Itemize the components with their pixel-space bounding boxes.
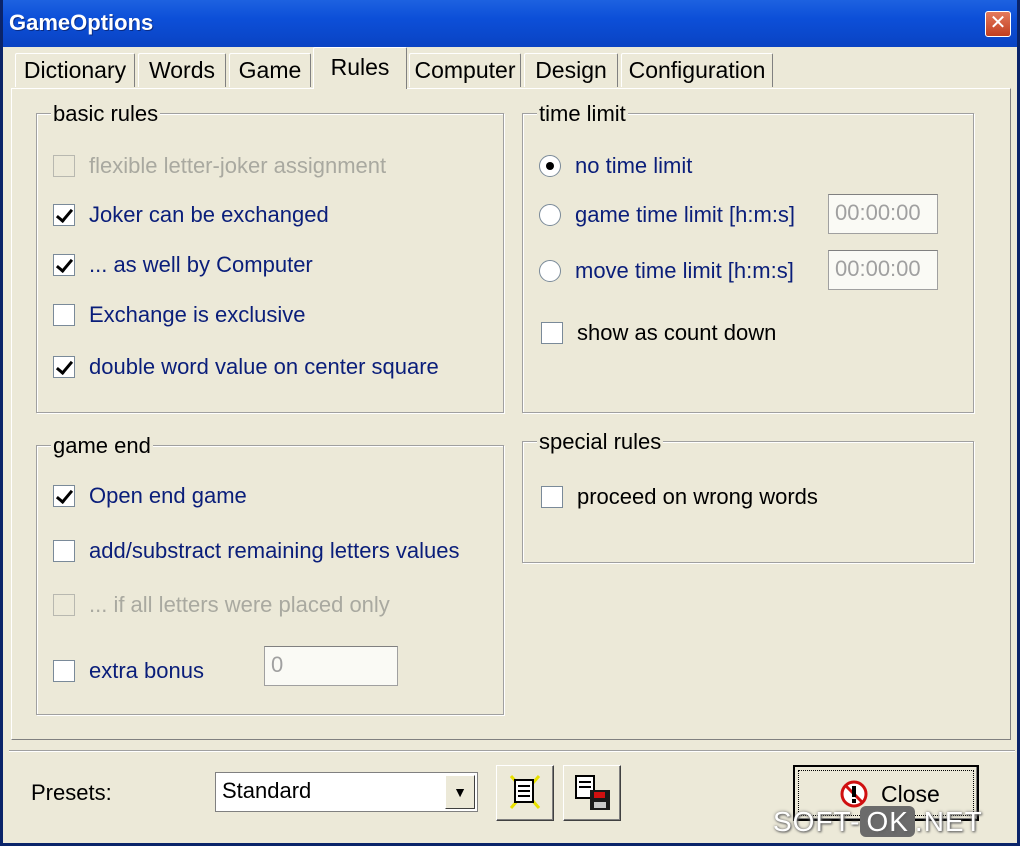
game-time-limit-field[interactable]: 00:00:00	[828, 194, 938, 234]
count-down-label: show as count down	[577, 320, 777, 345]
tab-game[interactable]: Game	[229, 53, 311, 87]
joker-exchanged-label: Joker can be exchanged	[89, 202, 329, 227]
exchange-exclusive-checkbox-row[interactable]: Exchange is exclusive	[53, 302, 305, 328]
presets-select[interactable]: Standard ▼	[215, 772, 478, 812]
tab-rules[interactable]: Rules	[313, 47, 407, 89]
window-title: GameOptions	[9, 10, 154, 35]
tab-strip: Dictionary Words Game Rules Computer Des…	[3, 47, 1017, 89]
remaining-letters-label: add/substract remaining letters values	[89, 538, 460, 563]
tab-design[interactable]: Design	[524, 53, 618, 87]
bottom-separator	[9, 750, 1015, 752]
game-time-limit-radio-row[interactable]: game time limit [h:m:s]	[539, 202, 795, 228]
flexible-joker-checkbox-row[interactable]: flexible letter-joker assignment	[53, 153, 386, 179]
move-time-limit-radio[interactable]	[539, 260, 561, 282]
double-word-center-label: double word value on center square	[89, 354, 439, 379]
rules-panel: basic rules flexible letter-joker assign…	[11, 88, 1011, 740]
game-options-window: GameOptions ✕ Dictionary Words Game Rule…	[0, 0, 1020, 846]
stop-icon	[840, 780, 868, 808]
flexible-joker-label: flexible letter-joker assignment	[89, 153, 387, 178]
move-time-limit-field[interactable]: 00:00:00	[828, 250, 938, 290]
flexible-joker-checkbox[interactable]	[53, 155, 75, 177]
game-end-title: game end	[51, 433, 153, 459]
open-end-game-checkbox[interactable]	[53, 485, 75, 507]
move-time-limit-radio-row[interactable]: move time limit [h:m:s]	[539, 258, 794, 284]
extra-bonus-checkbox-row[interactable]: extra bonus	[53, 658, 204, 684]
all-letters-placed-checkbox[interactable]	[53, 594, 75, 616]
new-document-icon	[509, 775, 541, 809]
watermark: SOFT- OK .NET	[773, 806, 983, 838]
remaining-letters-checkbox[interactable]	[53, 540, 75, 562]
basic-rules-title: basic rules	[51, 101, 161, 127]
proceed-wrong-words-checkbox[interactable]	[541, 486, 563, 508]
close-icon[interactable]: ✕	[985, 11, 1011, 37]
proceed-wrong-words-checkbox-row[interactable]: proceed on wrong words	[541, 484, 818, 510]
save-document-icon	[575, 775, 610, 810]
tab-dictionary[interactable]: Dictionary	[15, 53, 135, 87]
double-word-center-checkbox-row[interactable]: double word value on center square	[53, 354, 439, 380]
all-letters-placed-checkbox-row[interactable]: ... if all letters were placed only	[53, 592, 390, 618]
presets-label: Presets:	[31, 780, 112, 805]
new-preset-button[interactable]	[496, 765, 554, 821]
watermark-ok: OK	[860, 806, 915, 837]
count-down-checkbox-row[interactable]: show as count down	[541, 320, 776, 346]
no-time-limit-label: no time limit	[575, 153, 693, 178]
as-well-by-computer-checkbox-row[interactable]: ... as well by Computer	[53, 252, 313, 278]
as-well-by-computer-checkbox[interactable]	[53, 254, 75, 276]
remaining-letters-checkbox-row[interactable]: add/substract remaining letters values	[53, 538, 460, 564]
exchange-exclusive-checkbox[interactable]	[53, 304, 75, 326]
time-limit-group: time limit no time limit game time limit…	[522, 101, 974, 413]
exchange-exclusive-label: Exchange is exclusive	[89, 302, 306, 327]
joker-exchanged-checkbox[interactable]	[53, 204, 75, 226]
no-time-limit-radio-row[interactable]: no time limit	[539, 153, 692, 179]
open-end-game-label: Open end game	[89, 483, 247, 508]
joker-exchanged-checkbox-row[interactable]: Joker can be exchanged	[53, 202, 329, 228]
tab-words[interactable]: Words	[138, 53, 226, 87]
dropdown-arrow-icon[interactable]: ▼	[445, 775, 475, 809]
game-time-limit-label: game time limit [h:m:s]	[575, 202, 796, 227]
extra-bonus-checkbox[interactable]	[53, 660, 75, 682]
tab-computer[interactable]: Computer	[409, 53, 521, 87]
tab-configuration[interactable]: Configuration	[621, 53, 773, 87]
move-time-limit-label: move time limit [h:m:s]	[575, 258, 794, 283]
extra-bonus-label: extra bonus	[89, 658, 204, 683]
title-bar: GameOptions ✕	[3, 0, 1017, 47]
watermark-right: .NET	[914, 806, 983, 837]
close-button-label: Close	[881, 781, 940, 807]
special-rules-title: special rules	[537, 429, 664, 455]
presets-selected-value: Standard	[222, 778, 312, 803]
game-end-group: game end Open end game add/substract rem…	[36, 433, 504, 715]
double-word-center-checkbox[interactable]	[53, 356, 75, 378]
all-letters-placed-label: ... if all letters were placed only	[89, 592, 390, 617]
basic-rules-group: basic rules flexible letter-joker assign…	[36, 101, 504, 413]
proceed-wrong-words-label: proceed on wrong words	[577, 484, 818, 509]
as-well-by-computer-label: ... as well by Computer	[89, 252, 313, 277]
save-preset-button[interactable]	[563, 765, 621, 821]
watermark-left: SOFT-	[773, 806, 861, 837]
no-time-limit-radio[interactable]	[539, 155, 561, 177]
extra-bonus-field[interactable]: 0	[264, 646, 398, 686]
special-rules-group: special rules proceed on wrong words	[522, 429, 974, 563]
game-time-limit-radio[interactable]	[539, 204, 561, 226]
open-end-game-checkbox-row[interactable]: Open end game	[53, 483, 247, 509]
count-down-checkbox[interactable]	[541, 322, 563, 344]
time-limit-title: time limit	[537, 101, 628, 127]
